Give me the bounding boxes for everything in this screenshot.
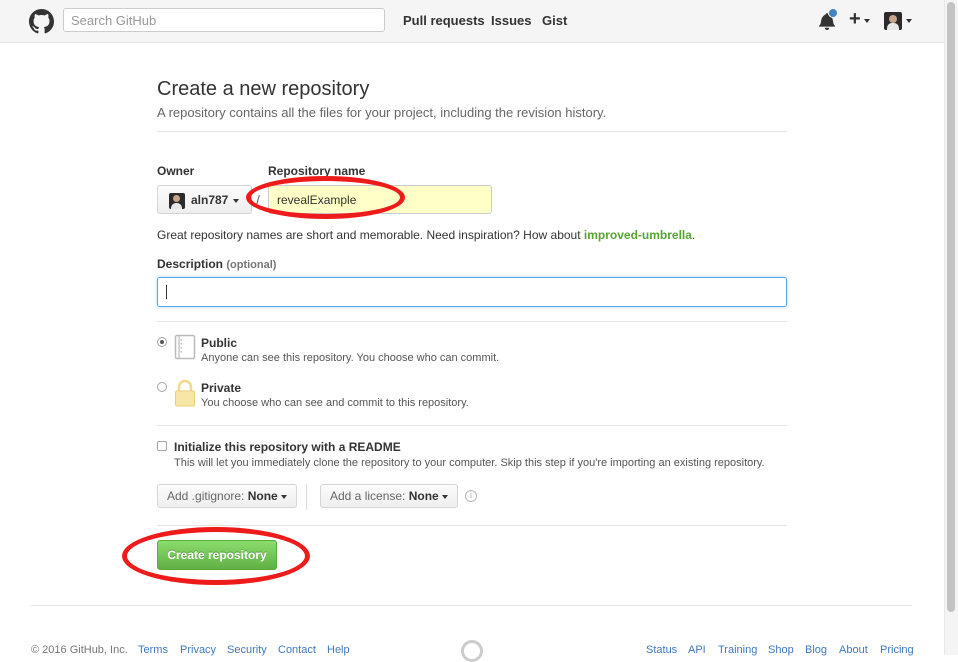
- description-label-text: Description: [157, 257, 224, 271]
- footer-link-help[interactable]: Help: [327, 644, 350, 656]
- footer-link-status[interactable]: Status: [646, 644, 677, 656]
- info-icon[interactable]: i: [465, 490, 477, 502]
- search-input[interactable]: [63, 8, 385, 32]
- chevron-down-icon: [233, 199, 239, 203]
- divider: [306, 484, 307, 510]
- footer-link-api[interactable]: API: [688, 644, 706, 656]
- divider: [157, 425, 787, 426]
- name-hint: Great repository names are short and mem…: [157, 228, 695, 242]
- footer-divider: [31, 605, 912, 606]
- chevron-down-icon: [442, 494, 449, 499]
- footer-copyright: © 2016 GitHub, Inc.: [31, 644, 128, 656]
- owner-name: aln787: [191, 193, 229, 207]
- plus-icon[interactable]: +: [849, 8, 861, 30]
- repo-name-label: Repository name: [268, 164, 366, 178]
- github-mark-icon[interactable]: [461, 640, 483, 662]
- license-dropdown[interactable]: Add a license: None: [320, 484, 459, 508]
- site-header: Pull requests Issues Gist +: [0, 0, 944, 43]
- chevron-down-icon[interactable]: [864, 19, 870, 23]
- gitignore-label: Add .gitignore:: [167, 489, 245, 503]
- nav-issues[interactable]: Issues: [491, 13, 531, 28]
- public-title[interactable]: Public: [201, 336, 237, 350]
- footer-link-pricing[interactable]: Pricing: [880, 644, 914, 656]
- hint-suffix: .: [691, 228, 696, 242]
- page-title: Create a new repository: [157, 78, 370, 100]
- license-label: Add a license:: [330, 489, 406, 503]
- description-input[interactable]: [157, 277, 787, 307]
- github-logo-icon[interactable]: [29, 9, 54, 34]
- footer-link-terms[interactable]: Terms: [138, 644, 168, 656]
- footer-link-about[interactable]: About: [839, 644, 868, 656]
- divider: [157, 321, 787, 322]
- owner-label: Owner: [157, 164, 195, 178]
- page-subtitle: A repository contains all the files for …: [157, 105, 607, 120]
- public-desc: Anyone can see this repository. You choo…: [201, 352, 500, 364]
- private-desc: You choose who can see and commit to thi…: [201, 397, 469, 409]
- footer-link-blog[interactable]: Blog: [805, 644, 827, 656]
- owner-avatar: [169, 193, 185, 209]
- repo-book-icon: [174, 334, 196, 360]
- footer-link-security[interactable]: Security: [227, 644, 267, 656]
- gitignore-dropdown[interactable]: Add .gitignore: None: [157, 484, 298, 508]
- init-readme-title[interactable]: Initialize this repository with a README: [174, 440, 401, 454]
- divider: [157, 525, 787, 526]
- chevron-down-icon[interactable]: [906, 19, 912, 23]
- optional-tag: (optional): [226, 259, 277, 271]
- create-repository-button[interactable]: Create repository: [157, 540, 277, 570]
- chevron-down-icon: [281, 494, 288, 499]
- text-cursor: [166, 285, 167, 299]
- owner-repo-separator: /: [256, 192, 260, 208]
- footer-link-shop[interactable]: Shop: [768, 644, 794, 656]
- owner-select[interactable]: aln787: [157, 185, 252, 214]
- private-title[interactable]: Private: [201, 381, 241, 395]
- suggested-name-link[interactable]: improved-umbrella: [584, 228, 692, 242]
- scrollbar-thumb[interactable]: [947, 2, 955, 612]
- footer-link-training[interactable]: Training: [718, 644, 757, 656]
- init-readme-desc: This will let you immediately clone the …: [174, 457, 765, 469]
- user-avatar[interactable]: [884, 12, 902, 30]
- public-radio[interactable]: [157, 337, 167, 347]
- private-radio[interactable]: [157, 382, 167, 392]
- gitignore-value: None: [247, 489, 278, 503]
- footer-link-privacy[interactable]: Privacy: [180, 644, 216, 656]
- footer-link-contact[interactable]: Contact: [278, 644, 316, 656]
- unread-indicator-icon: [828, 8, 838, 18]
- license-value: None: [408, 489, 439, 503]
- hint-text: Great repository names are short and mem…: [157, 228, 584, 242]
- init-readme-checkbox[interactable]: [157, 441, 167, 451]
- repo-name-input[interactable]: [268, 185, 492, 214]
- divider: [157, 131, 787, 132]
- nav-pull-requests[interactable]: Pull requests: [403, 13, 485, 28]
- nav-gist[interactable]: Gist: [542, 13, 567, 28]
- lock-icon: [175, 379, 195, 407]
- description-label: Description (optional): [157, 257, 276, 271]
